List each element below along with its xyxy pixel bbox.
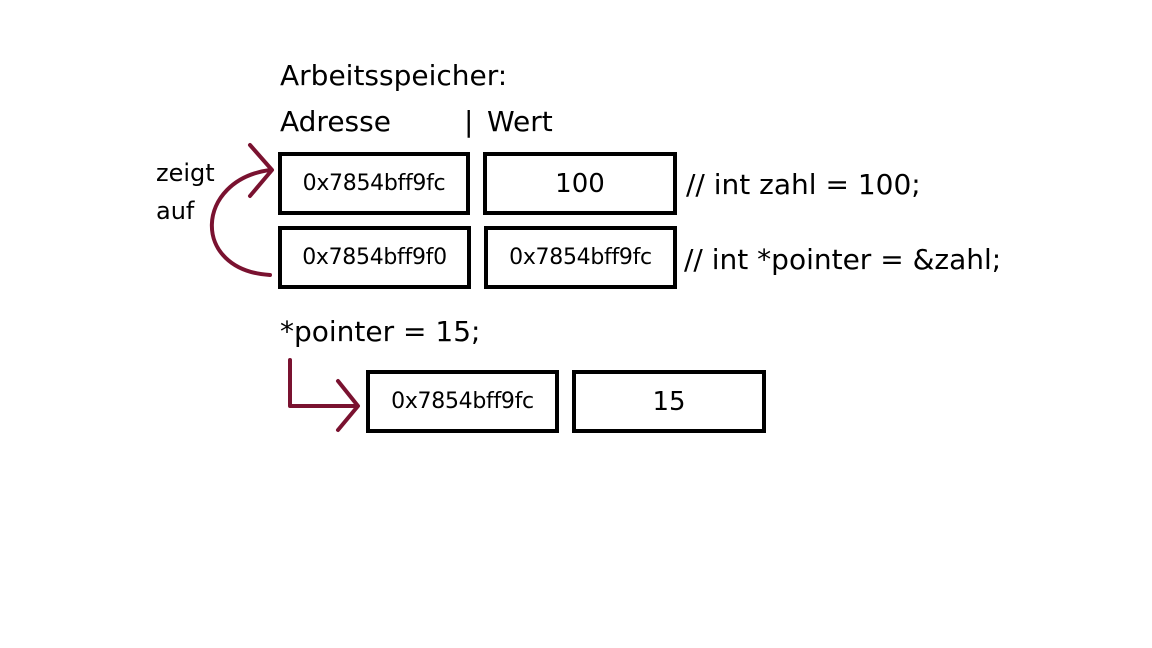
memory-diagram: Arbeitsspeicher: Adresse | Wert zeigt au… (0, 0, 1152, 648)
value-text: 0x7854bff9fc (509, 245, 652, 270)
arrow-label-line1: zeigt (156, 159, 215, 187)
assignment-arrow (288, 358, 358, 408)
column-separator: | (464, 105, 474, 138)
assignment-arrowhead (336, 379, 360, 432)
memory-cell-value: 100 (483, 152, 677, 215)
arrows-layer (209, 143, 360, 432)
value-text: 100 (555, 168, 605, 199)
code-statement: *pointer = 15; (280, 315, 481, 348)
result-cell-address: 0x7854bff9fc (366, 370, 559, 433)
diagram-title: Arbeitsspeicher: (280, 59, 508, 92)
points-to-arrow (209, 168, 272, 277)
code-comment: // int zahl = 100; (686, 168, 921, 201)
address-text: 0x7854bff9fc (391, 389, 534, 414)
value-column-header: Wert (487, 105, 553, 138)
code-comment: // int *pointer = &zahl; (684, 243, 1002, 276)
points-to-arrowhead (248, 143, 274, 198)
value-text: 15 (652, 386, 686, 417)
memory-cell-address: 0x7854bff9f0 (278, 226, 471, 289)
address-text: 0x7854bff9fc (302, 171, 446, 196)
address-column-header: Adresse (280, 105, 391, 138)
address-text: 0x7854bff9f0 (302, 245, 447, 270)
result-cell-value: 15 (572, 370, 766, 433)
memory-cell-value: 0x7854bff9fc (484, 226, 677, 289)
arrow-label-line2: auf (156, 197, 195, 225)
memory-cell-address: 0x7854bff9fc (278, 152, 470, 215)
